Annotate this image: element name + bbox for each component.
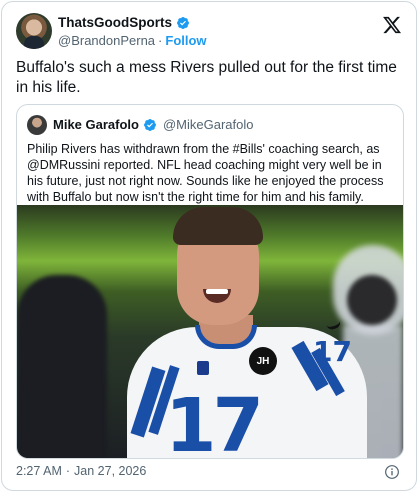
jersey-patch: JH (249, 347, 277, 375)
follow-button[interactable]: Follow (165, 33, 206, 48)
tweet-text: Buffalo's such a mess Rivers pulled out … (16, 59, 397, 96)
tweet-timestamp[interactable]: 2:27 AM · Jan 27, 2026 (16, 464, 146, 478)
quoted-tweet[interactable]: Mike Garafolo @MikeGarafolo Philip River… (16, 104, 404, 459)
jersey-shoulder-number: 17 (313, 335, 352, 368)
tweet-card: ThatsGoodSports @BrandonPerna · Follow B… (1, 1, 417, 491)
author-handle[interactable]: @BrandonPerna (58, 33, 155, 48)
author-avatar[interactable] (16, 13, 52, 49)
meta-separator: · (158, 33, 163, 48)
jersey-number: 17 (165, 383, 264, 459)
author-meta-row: @BrandonPerna · Follow (58, 33, 207, 48)
x-logo-icon[interactable] (382, 15, 402, 35)
player-hair (173, 207, 263, 245)
info-icon[interactable] (384, 464, 400, 480)
quote-author-handle[interactable]: @MikeGarafolo (163, 117, 254, 132)
nfl-shield-icon (197, 361, 209, 375)
timestamp-separator: · (65, 464, 71, 478)
quote-text: Philip Rivers has withdrawn from the #Bi… (27, 142, 384, 204)
tweet-time: 2:27 AM (16, 464, 62, 478)
author-display-name[interactable]: ThatsGoodSports (58, 15, 172, 30)
nike-swoosh-icon (326, 320, 342, 332)
verified-badge-icon (143, 118, 156, 131)
quote-photo[interactable]: JH 17 17 (17, 205, 403, 459)
background-figure (347, 275, 397, 325)
quote-author-name[interactable]: Mike Garafolo (53, 117, 139, 132)
tweet-date: Jan 27, 2026 (74, 464, 147, 478)
quote-author-avatar[interactable] (27, 115, 47, 135)
quote-header: Mike Garafolo @MikeGarafolo (53, 117, 253, 132)
player-teeth (206, 289, 228, 294)
background-figure (17, 275, 107, 458)
verified-badge-icon (177, 16, 189, 29)
author-name-row: ThatsGoodSports (58, 15, 190, 30)
